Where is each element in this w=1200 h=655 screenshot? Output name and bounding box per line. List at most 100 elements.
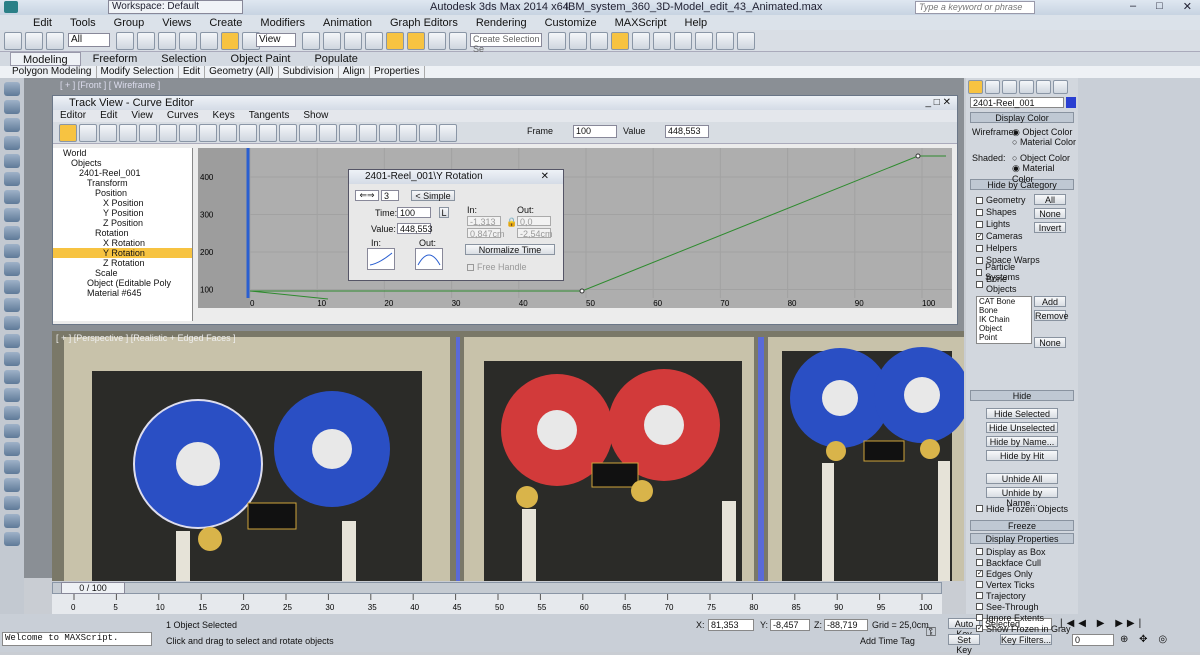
front-viewport-label[interactable]: [ + ] [Front ] [ Wireframe ] — [60, 80, 160, 90]
left-tool-icon[interactable] — [4, 460, 20, 474]
layer-manager-icon[interactable] — [590, 32, 608, 50]
frame-field[interactable]: 100 — [573, 125, 617, 138]
category-checkbox[interactable]: Lights — [976, 218, 1040, 230]
menu-item[interactable]: Modifiers — [251, 17, 314, 29]
tree-item[interactable]: 2401-Reel_001 — [53, 168, 192, 178]
hide-button[interactable]: Hide by Name... — [986, 436, 1058, 447]
maxscript-listener[interactable]: Welcome to MAXScript. — [2, 632, 152, 646]
track-view-menu-item[interactable]: View — [124, 110, 160, 122]
snap-toggle-icon[interactable] — [365, 32, 383, 50]
bone-category-list[interactable]: CAT Bone Bone IK Chain Object Point — [976, 296, 1032, 344]
track-view-window-controls[interactable]: _ □ ✕ — [925, 96, 951, 110]
utilities-tab-icon[interactable] — [1053, 80, 1068, 94]
left-tool-icon[interactable] — [4, 280, 20, 294]
hide-button[interactable]: Hide Unselected — [986, 422, 1058, 433]
left-tool-icon[interactable] — [4, 406, 20, 420]
link-icon[interactable] — [46, 32, 64, 50]
hide-button[interactable]: Hide by Hit — [986, 450, 1058, 461]
menu-item[interactable]: MAXScript — [606, 17, 676, 29]
ribbon-tab[interactable]: Modeling — [10, 52, 81, 66]
left-tool-icon[interactable] — [4, 208, 20, 222]
none-button[interactable]: None — [1034, 208, 1066, 219]
navigation-controls[interactable]: ⊕ ✥ ◎ — [1120, 634, 1171, 645]
menu-item[interactable]: Rendering — [467, 17, 536, 29]
display-tab-icon[interactable] — [1036, 80, 1051, 94]
left-tool-icon[interactable] — [4, 514, 20, 528]
app-logo-icon[interactable] — [4, 1, 18, 13]
y-coordinate-field[interactable]: -8,457 — [770, 619, 810, 631]
search-input[interactable]: Type a keyword or phrase — [915, 1, 1035, 14]
left-tool-icon[interactable] — [4, 172, 20, 186]
remove-button[interactable]: Remove — [1034, 310, 1069, 321]
category-checkbox[interactable]: Shapes — [976, 206, 1040, 218]
menu-item[interactable]: Create — [200, 17, 251, 29]
display-property-checkbox[interactable]: Trajectory — [976, 590, 1078, 601]
object-name-field[interactable]: 2401-Reel_001 — [970, 97, 1064, 108]
reference-coord-dropdown[interactable]: View — [256, 33, 296, 47]
ribbon-panel-item[interactable]: Polygon Modeling — [8, 66, 97, 78]
tree-item[interactable]: Z Position — [53, 218, 192, 228]
ribbon-panel-item[interactable]: Edit — [179, 66, 206, 78]
display-color-rollout[interactable]: Display Color — [970, 112, 1074, 123]
out-tangent-field[interactable]: 0,0 — [517, 216, 551, 227]
menu-item[interactable]: Group — [105, 17, 154, 29]
none-list-button[interactable]: None — [1034, 337, 1066, 348]
left-tool-icon[interactable] — [4, 82, 20, 96]
curve-tool-icon[interactable] — [319, 124, 337, 142]
x-coordinate-field[interactable]: 81,353 — [708, 619, 754, 631]
named-selection-sets[interactable]: Create Selection Se — [470, 33, 542, 54]
category-checkbox[interactable]: Bone Objects — [976, 274, 1040, 294]
left-tool-icon[interactable] — [4, 154, 20, 168]
tree-item[interactable]: Rotation — [53, 228, 192, 238]
key-number-field[interactable]: 3 — [381, 190, 399, 201]
value-field[interactable]: 448,553 — [665, 125, 709, 138]
curve-tool-icon[interactable] — [239, 124, 257, 142]
track-view-menu-item[interactable]: Show — [296, 110, 335, 122]
left-tool-icon[interactable] — [4, 352, 20, 366]
display-property-checkbox[interactable]: Display as Box — [976, 546, 1078, 557]
track-bar[interactable]: 0 5 10 15 20 25 30 35 40 45 50 55 60 65 70 75 80 85 90 95 10… — [52, 594, 942, 614]
select-icon[interactable] — [116, 32, 134, 50]
dialog-close-icon[interactable]: ✕ — [541, 170, 549, 184]
hierarchy-tab-icon[interactable] — [1002, 80, 1017, 94]
category-checkbox[interactable]: Helpers — [976, 242, 1040, 254]
menu-item[interactable]: Edit — [24, 17, 61, 29]
create-tab-icon[interactable] — [968, 80, 983, 94]
left-tool-icon[interactable] — [4, 442, 20, 456]
out-length-field[interactable]: -2,54cm — [517, 228, 553, 239]
display-property-checkbox[interactable]: See-Through — [976, 601, 1078, 612]
tree-item[interactable]: World — [53, 148, 192, 158]
bone-list-item[interactable]: Point — [979, 333, 1031, 342]
selection-filter-dropdown[interactable]: All — [68, 33, 110, 47]
current-frame-field[interactable]: 0 — [1072, 634, 1114, 646]
align-icon[interactable] — [569, 32, 587, 50]
ribbon-panel-item[interactable]: Properties — [370, 66, 425, 78]
curve-tool-icon[interactable] — [139, 124, 157, 142]
key-nav-arrows[interactable]: ⇐⇒ — [355, 190, 379, 201]
display-property-checkbox[interactable]: Backface Cull — [976, 557, 1078, 568]
curve-tool-icon[interactable] — [259, 124, 277, 142]
add-time-tag[interactable]: Add Time Tag — [860, 636, 915, 646]
curve-tool-icon[interactable] — [279, 124, 297, 142]
left-tool-icon[interactable] — [4, 298, 20, 312]
select-by-name-icon[interactable] — [137, 32, 155, 50]
key-filters-button[interactable]: Key Filters... — [1000, 634, 1052, 645]
menu-item[interactable]: Customize — [536, 17, 606, 29]
category-checkbox[interactable]: ✓ Cameras — [976, 230, 1040, 242]
track-view-menu-item[interactable]: Tangents — [242, 110, 297, 122]
spinner-snap-icon[interactable] — [428, 32, 446, 50]
freeze-rollout[interactable]: Freeze — [970, 520, 1074, 531]
tree-item[interactable]: X Rotation — [53, 238, 192, 248]
left-tool-icon[interactable] — [4, 190, 20, 204]
pivot-icon[interactable] — [302, 32, 320, 50]
object-color-swatch[interactable] — [1066, 97, 1076, 108]
add-button[interactable]: Add — [1034, 296, 1066, 307]
ribbon-tab[interactable]: Freeform — [81, 52, 150, 66]
curve-tool-icon[interactable] — [419, 124, 437, 142]
lock-icon[interactable]: 🔒 — [506, 217, 517, 228]
ribbon-tab[interactable]: Populate — [302, 52, 369, 66]
ribbon-panel-item[interactable]: Modify Selection — [97, 66, 179, 78]
display-property-checkbox[interactable]: ✓ Show Frozen in Gray — [976, 623, 1078, 634]
set-key-button[interactable]: Set Key — [948, 634, 980, 655]
curve-editor-icon[interactable] — [632, 32, 650, 50]
